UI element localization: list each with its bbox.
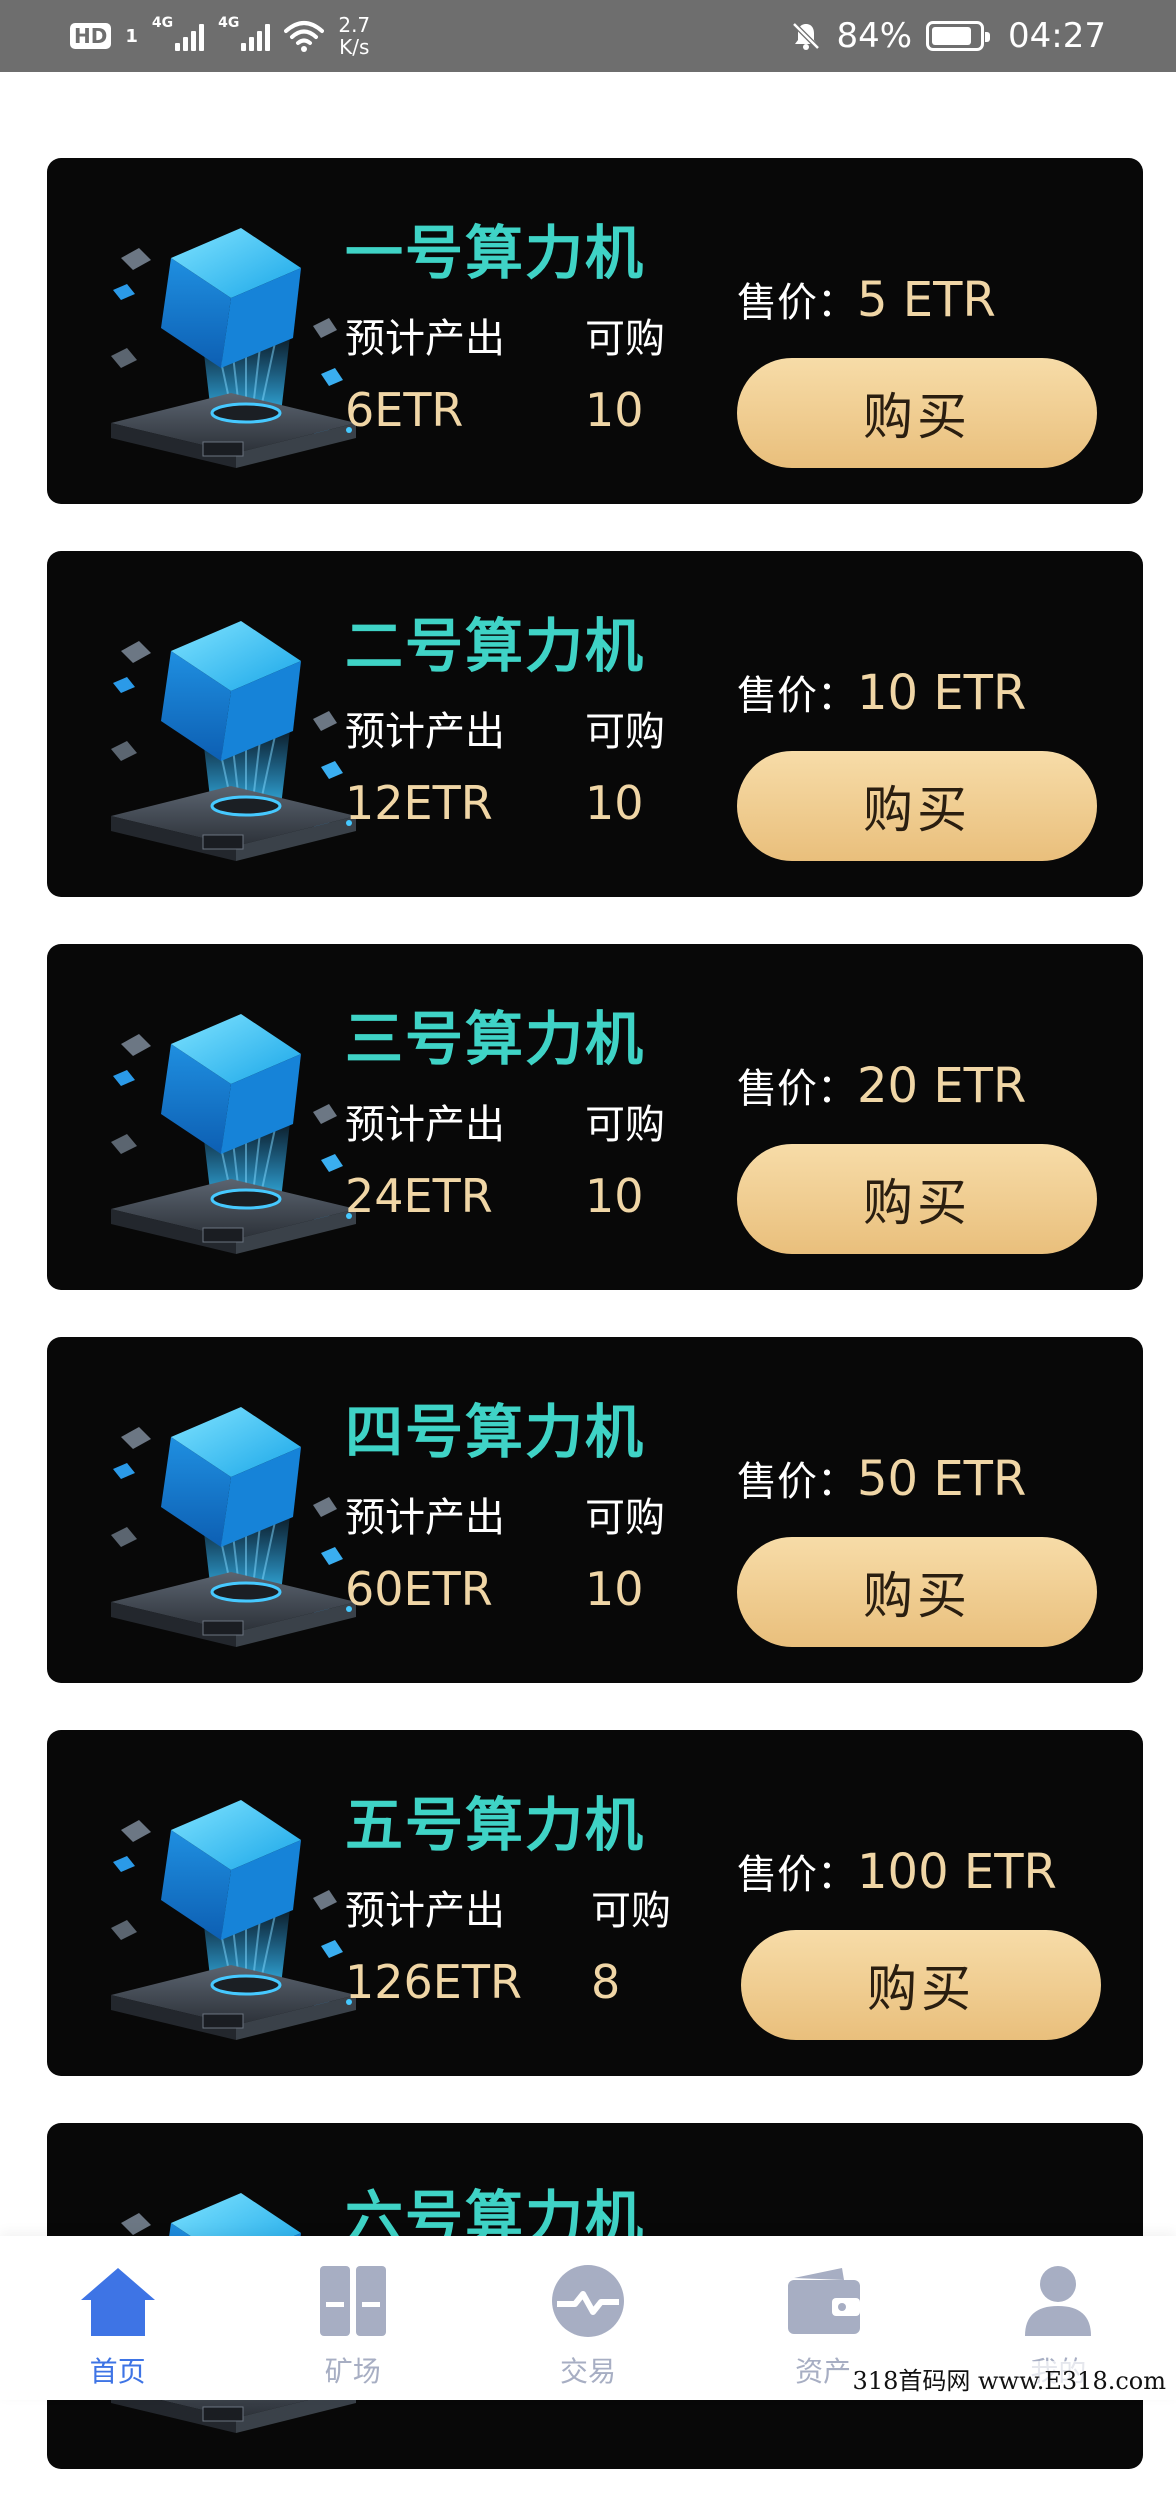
price: 售价：5 ETR xyxy=(737,270,996,328)
trade-icon xyxy=(547,2260,629,2342)
expected-output-label: 预计产出 xyxy=(345,1878,505,1936)
price-label: 售价： xyxy=(737,673,857,719)
watermark: 318首码网 www.E318.com xyxy=(849,2361,1170,2396)
price-label: 售价： xyxy=(737,280,857,326)
wallet-icon xyxy=(782,2260,864,2342)
expected-output-value: 60ETR xyxy=(345,1562,493,1616)
machine-card: 二号算力机 预计产出 可购 12ETR 10 售价：10 ETR 购买 xyxy=(47,551,1143,897)
network-speed: 2.7 K/s xyxy=(338,14,370,58)
price-value: 100 ETR xyxy=(857,1844,1057,1900)
price-label: 售价： xyxy=(737,1459,857,1505)
battery-percent: 84% xyxy=(836,16,912,56)
available-value: 10 xyxy=(585,776,644,830)
speed-value: 2.7 xyxy=(338,14,370,36)
expected-output-value: 12ETR xyxy=(345,776,493,830)
buy-button[interactable]: 购买 xyxy=(737,1144,1097,1254)
battery-fill xyxy=(932,27,971,45)
machine-name: 一号算力机 xyxy=(345,206,645,290)
nav-label-mine: 矿场 xyxy=(325,2350,381,2390)
price: 售价：100 ETR xyxy=(737,1842,1057,1900)
price-value: 20 ETR xyxy=(857,1058,1026,1114)
signal-2: 4G xyxy=(218,21,270,51)
price: 售价：50 ETR xyxy=(737,1449,1026,1507)
mining-machine-icon xyxy=(91,1377,361,1647)
machine-card: 三号算力机 预计产出 可购 24ETR 10 售价：20 ETR 购买 xyxy=(47,944,1143,1290)
mine-icon xyxy=(312,2260,394,2342)
bell-muted-icon xyxy=(790,20,822,52)
signal-bars-icon xyxy=(175,21,204,51)
mining-machine-icon xyxy=(91,984,361,1254)
machine-card: 五号算力机 预计产出 可购 126ETR 8 售价：100 ETR 购买 xyxy=(47,1730,1143,2076)
buy-button[interactable]: 购买 xyxy=(741,1930,1101,2040)
expected-output-label: 预计产出 xyxy=(345,1485,505,1543)
price-value: 50 ETR xyxy=(857,1451,1026,1507)
network-type-2: 4G xyxy=(218,15,239,31)
nav-label-assets: 资产 xyxy=(795,2350,851,2390)
available-label: 可购 xyxy=(585,306,665,364)
buy-button[interactable]: 购买 xyxy=(737,358,1097,468)
signal-1: 4G xyxy=(152,21,204,51)
price-label: 售价： xyxy=(737,1066,857,1112)
speed-unit: K/s xyxy=(338,36,370,58)
expected-output-label: 预计产出 xyxy=(345,1092,505,1150)
available-label: 可购 xyxy=(585,699,665,757)
available-value: 10 xyxy=(585,1169,644,1223)
machine-name: 五号算力机 xyxy=(345,1778,645,1862)
available-label: 可购 xyxy=(585,1485,665,1543)
available-label: 可购 xyxy=(591,1878,671,1936)
machine-name: 三号算力机 xyxy=(345,992,645,1076)
available-value: 8 xyxy=(591,1955,620,2009)
status-bar: HD 1 4G 4G 2.7 K/s xyxy=(0,0,1176,72)
mining-machine-icon xyxy=(91,198,361,468)
buy-button[interactable]: 购买 xyxy=(737,751,1097,861)
machine-card: 一号算力机 预计产出 可购 6ETR 10 售价：5 ETR 购买 xyxy=(47,158,1143,504)
expected-output-value: 24ETR xyxy=(345,1169,493,1223)
nav-label-home: 首页 xyxy=(90,2350,146,2390)
clock: 04:27 xyxy=(1008,16,1106,56)
machine-list[interactable]: 一号算力机 预计产出 可购 6ETR 10 售价：5 ETR 购买 二号算力机 … xyxy=(47,158,1143,2516)
available-value: 10 xyxy=(585,1562,644,1616)
machine-name: 二号算力机 xyxy=(345,599,645,683)
nav-item-mine[interactable]: 矿场 xyxy=(253,2260,453,2390)
price: 售价：10 ETR xyxy=(737,663,1026,721)
home-icon xyxy=(77,2260,159,2342)
status-left: HD 1 4G 4G 2.7 K/s xyxy=(70,14,370,58)
hd-badge: HD xyxy=(70,23,111,49)
price-value: 10 ETR xyxy=(857,665,1026,721)
price-label: 售价： xyxy=(737,1852,857,1898)
nav-item-home[interactable]: 首页 xyxy=(18,2260,218,2390)
network-type-1: 4G xyxy=(152,15,173,31)
nav-label-trade: 交易 xyxy=(560,2350,616,2390)
battery-icon xyxy=(926,21,984,51)
buy-button[interactable]: 购买 xyxy=(737,1537,1097,1647)
wifi-icon xyxy=(284,19,324,53)
expected-output-value: 6ETR xyxy=(345,383,463,437)
price: 售价：20 ETR xyxy=(737,1056,1026,1114)
nav-item-trade[interactable]: 交易 xyxy=(488,2260,688,2390)
available-label: 可购 xyxy=(585,1092,665,1150)
machine-name: 四号算力机 xyxy=(345,1385,645,1469)
price-value: 5 ETR xyxy=(857,272,996,328)
signal-bars-icon xyxy=(241,21,270,51)
expected-output-label: 预计产出 xyxy=(345,699,505,757)
sim-indicator: 1 xyxy=(125,26,138,47)
status-right: 84% 04:27 xyxy=(790,16,1106,56)
expected-output-value: 126ETR xyxy=(345,1955,522,2009)
expected-output-label: 预计产出 xyxy=(345,306,505,364)
machine-card: 四号算力机 预计产出 可购 60ETR 10 售价：50 ETR 购买 xyxy=(47,1337,1143,1683)
available-value: 10 xyxy=(585,383,644,437)
mining-machine-icon xyxy=(91,591,361,861)
profile-icon xyxy=(1017,2260,1099,2342)
mining-machine-icon xyxy=(91,1770,361,2040)
